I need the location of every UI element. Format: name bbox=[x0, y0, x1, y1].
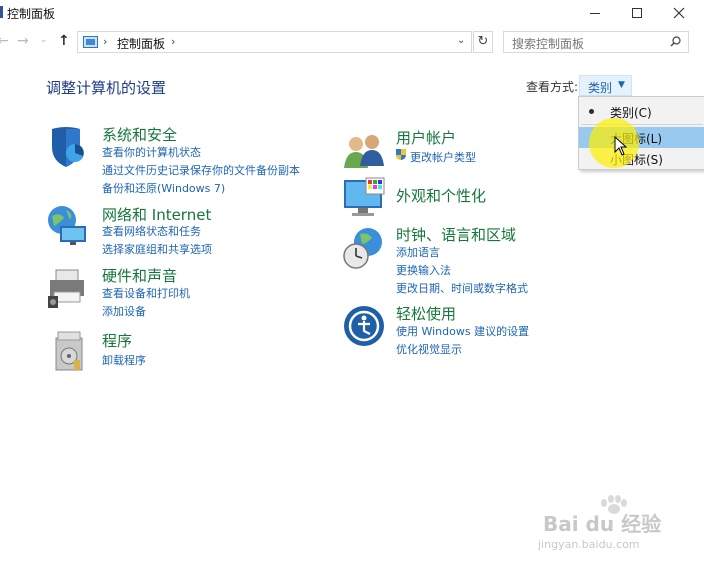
watermark-url: jingyan.baidu.com bbox=[538, 538, 640, 551]
link-change-input-method[interactable]: 更换输入法 bbox=[396, 262, 451, 278]
chevron-down-icon[interactable]: ⌄ bbox=[457, 35, 465, 46]
programs-icon[interactable] bbox=[50, 330, 94, 374]
search-icon[interactable] bbox=[670, 36, 681, 47]
link-change-account-type[interactable]: 更改帐户类型 bbox=[410, 149, 476, 165]
link-backup-restore[interactable]: 备份和还原(Windows 7) bbox=[102, 180, 225, 196]
selected-dot-icon bbox=[589, 109, 594, 114]
link-view-computer-status[interactable]: 查看你的计算机状态 bbox=[102, 144, 201, 160]
close-icon bbox=[673, 7, 685, 19]
link-file-history-backup[interactable]: 通过文件历史记录保存你的文件备份副本 bbox=[102, 162, 300, 178]
close-button[interactable] bbox=[656, 0, 702, 26]
category-user-accounts[interactable]: 用户帐户 bbox=[396, 127, 456, 148]
ease-of-access-icon[interactable] bbox=[342, 304, 386, 348]
uac-shield-icon bbox=[396, 149, 406, 160]
network-globe-icon[interactable] bbox=[46, 204, 90, 248]
link-change-date-time-format[interactable]: 更改日期、时间或数字格式 bbox=[396, 280, 528, 296]
search-input[interactable]: 搜索控制面板 bbox=[503, 31, 689, 53]
watermark-brand: Bai du 经验 bbox=[543, 512, 662, 536]
maximize-button[interactable] bbox=[614, 0, 660, 26]
shield-icon[interactable] bbox=[46, 125, 90, 169]
minimize-button[interactable] bbox=[572, 0, 618, 26]
category-system-security[interactable]: 系统和安全 bbox=[102, 124, 177, 145]
chevron-right-icon[interactable]: › bbox=[171, 35, 175, 48]
link-optimize-visual-display[interactable]: 优化视觉显示 bbox=[396, 341, 462, 357]
link-uninstall-program[interactable]: 卸载程序 bbox=[102, 352, 146, 368]
recent-locations-button[interactable]: ⌄ bbox=[40, 35, 48, 45]
link-add-device[interactable]: 添加设备 bbox=[102, 303, 146, 319]
view-by-value: 类别 bbox=[588, 81, 613, 95]
category-ease-of-access[interactable]: 轻松使用 bbox=[396, 303, 456, 324]
link-homegroup-sharing[interactable]: 选择家庭组和共享选项 bbox=[102, 241, 212, 257]
link-devices-printers[interactable]: 查看设备和打印机 bbox=[102, 285, 190, 301]
minimize-icon bbox=[590, 12, 600, 14]
control-panel-icon bbox=[0, 6, 3, 18]
link-add-language[interactable]: 添加语言 bbox=[396, 244, 440, 260]
page-title: 调整计算机的设置 bbox=[46, 79, 167, 97]
menu-item-category[interactable]: 类别(C) bbox=[579, 101, 704, 122]
control-panel-icon bbox=[83, 36, 98, 48]
up-button[interactable]: ↑ bbox=[58, 33, 70, 49]
navigation-bar: ← → ⌄ ↑ › 控制面板 › ⌄ ↻ 搜索控制面板 bbox=[0, 30, 704, 54]
maximize-icon bbox=[632, 8, 642, 18]
caret-down-icon: ▼ bbox=[618, 80, 625, 90]
category-clock-language-region[interactable]: 时钟、语言和区域 bbox=[396, 224, 516, 245]
window-title: 控制面板 bbox=[7, 7, 56, 21]
search-placeholder: 搜索控制面板 bbox=[512, 37, 585, 51]
address-bar[interactable]: › 控制面板 › ⌄ bbox=[77, 31, 472, 53]
breadcrumb-control-panel[interactable]: 控制面板 bbox=[117, 35, 165, 52]
link-network-status[interactable]: 查看网络状态和任务 bbox=[102, 223, 201, 239]
category-hardware-sound[interactable]: 硬件和声音 bbox=[102, 265, 177, 286]
refresh-button[interactable]: ↻ bbox=[473, 31, 493, 53]
user-accounts-icon[interactable] bbox=[342, 130, 386, 174]
link-recommended-settings[interactable]: 使用 Windows 建议的设置 bbox=[396, 323, 529, 339]
back-button[interactable]: ← bbox=[0, 33, 9, 49]
printer-speaker-icon[interactable] bbox=[46, 266, 90, 310]
title-bar: 控制面板 bbox=[0, 0, 704, 26]
chevron-right-icon[interactable]: › bbox=[103, 35, 107, 48]
view-by-dropdown[interactable]: 类别 ▼ bbox=[579, 75, 632, 96]
mouse-pointer-icon bbox=[614, 136, 628, 156]
clock-globe-icon[interactable] bbox=[342, 226, 386, 270]
category-programs[interactable]: 程序 bbox=[102, 330, 132, 351]
forward-button[interactable]: → bbox=[17, 33, 29, 49]
category-appearance[interactable]: 外观和个性化 bbox=[396, 185, 486, 206]
appearance-icon[interactable] bbox=[342, 176, 386, 220]
view-by-label: 查看方式: bbox=[526, 80, 579, 94]
category-network-internet[interactable]: 网络和 Internet bbox=[102, 204, 211, 225]
